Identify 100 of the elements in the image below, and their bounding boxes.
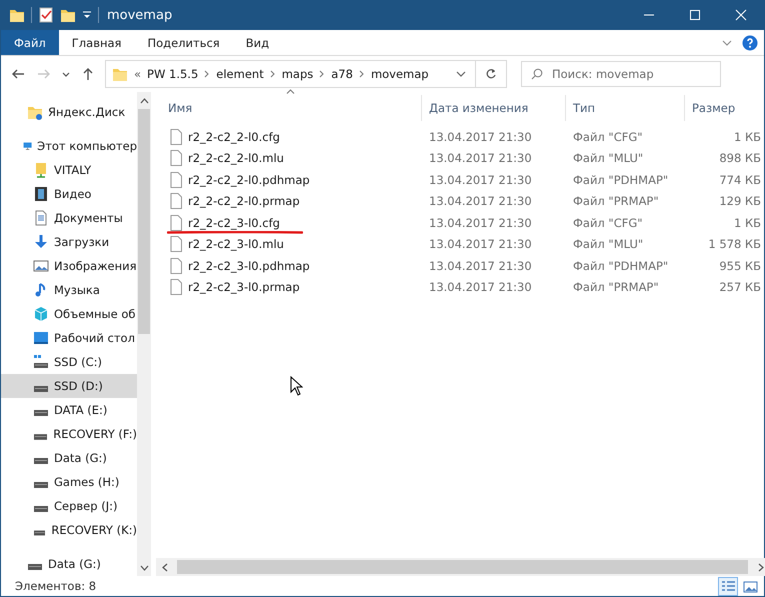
breadcrumb[interactable]: element: [216, 67, 264, 81]
sidebar-item[interactable]: Видео: [1, 182, 137, 206]
scrollbar-thumb[interactable]: [177, 560, 748, 574]
table-cell-text: 13.04.2017 21:30: [428, 279, 533, 296]
caret-icon: [456, 70, 466, 78]
chevron-icon: [319, 70, 326, 78]
ribbon-tab[interactable]: Файл: [1, 30, 59, 55]
table-cell-text: 1 578 КБ: [707, 236, 762, 254]
maximize-icon: [689, 9, 701, 21]
table-cell-text: 955 КБ: [718, 258, 762, 275]
file-name[interactable]: r2_2-c2_2-l0.pdhmap: [156, 169, 421, 190]
file-icon: [170, 128, 182, 145]
sidebar-item[interactable]: SSD (C:): [1, 350, 137, 374]
address-bar[interactable]: « PW 1.5.5 element maps a78 movemap: [105, 60, 507, 88]
film-icon: [33, 186, 49, 202]
system-drive-icon: [33, 354, 49, 370]
table-cell-text: Файл "CFG": [572, 128, 644, 146]
caret-icon: [162, 562, 168, 572]
caret-icon: [62, 72, 70, 76]
table-cell-text: 129 КБ: [718, 193, 762, 210]
table-cell-text: Файл "CFG": [572, 214, 644, 232]
caret-icon: [140, 98, 148, 104]
drive-icon: [34, 506, 48, 512]
file-icon: [170, 193, 182, 210]
table-cell-text: 13.04.2017 21:30: [428, 150, 533, 168]
sidebar-item[interactable]: Data (G:): [1, 446, 137, 470]
overflow-chevron[interactable]: «: [134, 67, 142, 81]
caret-icon[interactable]: [82, 10, 92, 20]
breadcrumb[interactable]: maps: [282, 67, 314, 81]
cube-icon: [33, 306, 49, 322]
cloud-drive-icon: [27, 104, 43, 120]
file-name[interactable]: r2_2-c2_2-l0.prmap: [156, 190, 421, 212]
file-icon: [170, 236, 182, 252]
column-header[interactable]: Размер: [684, 95, 765, 121]
expand-icon[interactable]: [722, 38, 732, 46]
file-name[interactable]: r2_2-c2_2-l0.mlu: [156, 148, 421, 169]
new-folder-icon[interactable]: [60, 7, 76, 23]
view-button[interactable]: [718, 576, 738, 596]
file-name[interactable]: r2_2-c2_3-l0.mlu: [156, 234, 421, 255]
sidebar-item[interactable]: Яндекс.Диск: [1, 100, 137, 124]
ribbon-tab[interactable]: Поделиться: [134, 30, 233, 55]
file-name[interactable]: r2_2-c2_3-l0.prmap: [156, 276, 421, 298]
sidebar-item[interactable]: Этот компьютер: [1, 134, 137, 158]
breadcrumb[interactable]: movemap: [370, 67, 429, 81]
table-cell-text: 1 КБ: [732, 128, 762, 146]
sidebar-item[interactable]: RECOVERY (K:): [1, 518, 137, 542]
column-header[interactable]: Имя: [156, 95, 421, 121]
column-header[interactable]: Тип: [565, 95, 684, 121]
table-cell-text: 257 КБ: [718, 279, 762, 296]
sort-caret-icon: [286, 89, 295, 94]
search-icon: [531, 68, 543, 80]
sidebar-item[interactable]: RECOVERY (F:): [1, 422, 137, 446]
search-field[interactable]: Поиск: movemap: [521, 61, 721, 87]
file-icon: [170, 172, 182, 188]
sidebar-item[interactable]: Games (H:): [1, 470, 137, 494]
folder-icon[interactable]: [9, 7, 25, 23]
file-icon: [170, 258, 182, 274]
desktop-icon: [33, 330, 49, 346]
table-cell-text: 898 КБ: [718, 150, 762, 168]
item-count: Элементов: 8: [15, 579, 96, 593]
file-name[interactable]: r2_2-c2_3-l0.cfg: [156, 212, 421, 234]
breadcrumb[interactable]: PW 1.5.5: [147, 67, 198, 81]
cursor-icon: [290, 376, 303, 396]
caret-icon: [758, 562, 764, 572]
help-icon[interactable]: [742, 34, 758, 50]
sidebar-item[interactable]: Data (G:): [1, 552, 137, 576]
file-name[interactable]: r2_2-c2_3-l0.pdhmap: [156, 255, 421, 276]
sidebar-item[interactable]: Сервер (J:): [1, 494, 137, 518]
sidebar-item[interactable]: VITALY: [1, 158, 137, 182]
ribbon-tab[interactable]: Вид: [232, 30, 282, 55]
drive-icon: [28, 564, 42, 570]
chevron-icon: [204, 70, 210, 78]
ribbon-tab[interactable]: Главная: [58, 30, 134, 55]
sidebar-item[interactable]: Музыка: [1, 278, 137, 302]
download-arrow-icon: [33, 234, 49, 250]
sidebar-item[interactable]: Загрузки: [1, 230, 137, 254]
sidebar-item[interactable]: Рабочий стол: [1, 326, 137, 350]
chevron-icon: [358, 70, 365, 78]
table-cell-text: 13.04.2017 21:30: [428, 193, 533, 210]
user-folder-icon: [33, 162, 49, 178]
file-icon: [170, 279, 182, 296]
column-header[interactable]: Дата изменения: [421, 95, 565, 121]
document-icon: [33, 210, 49, 226]
table-cell-text: Файл "MLU": [572, 150, 644, 168]
sidebar-item[interactable]: Объемные об: [1, 302, 137, 326]
sidebar-item[interactable]: Изображения: [1, 254, 137, 278]
scrollbar-thumb[interactable]: [138, 109, 150, 334]
properties-icon[interactable]: [38, 7, 54, 23]
drive-icon: [34, 530, 46, 536]
sidebar-item[interactable]: DATA (E:): [1, 398, 137, 422]
table-cell-text: 13.04.2017 21:30: [428, 236, 533, 254]
refresh-icon: [485, 68, 497, 80]
table-cell-text: Файл "PRMAP": [572, 279, 660, 296]
breadcrumb[interactable]: a78: [331, 67, 353, 81]
table-cell-text: 13.04.2017 21:30: [428, 258, 533, 275]
sidebar-item[interactable]: Документы: [1, 206, 137, 230]
drive-icon: [34, 482, 48, 488]
sidebar-item[interactable]: SSD (D:): [1, 374, 137, 398]
file-name[interactable]: r2_2-c2_2-l0.cfg: [156, 126, 421, 148]
image-icon: [33, 258, 49, 274]
